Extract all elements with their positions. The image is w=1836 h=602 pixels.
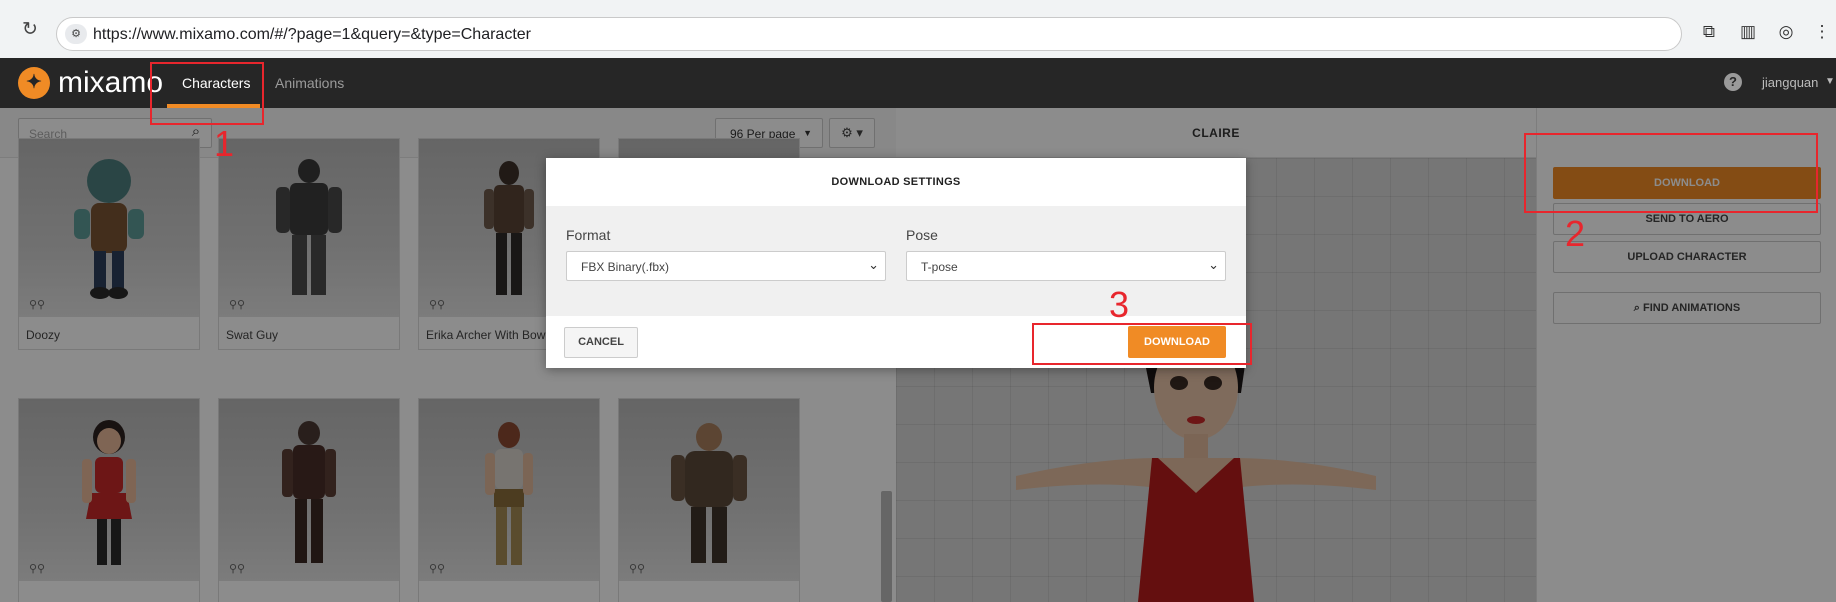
annotation-box-3 xyxy=(1032,323,1252,365)
browser-menu-icon[interactable]: ⋮ xyxy=(1812,22,1832,42)
chevron-down-icon: ⌄ xyxy=(868,257,879,272)
profile-icon[interactable]: ◎ xyxy=(1776,22,1796,42)
address-bar[interactable]: ⚙ https://www.mixamo.com/#/?page=1&query… xyxy=(56,17,1682,51)
logo-text[interactable]: mixamo xyxy=(58,66,163,100)
pose-label: Pose xyxy=(906,227,938,243)
extensions-icon[interactable]: ⧉ xyxy=(1699,22,1719,42)
site-settings-icon[interactable]: ⚙ xyxy=(65,24,87,44)
annotation-number-1: 1 xyxy=(214,123,235,164)
pose-value: T-pose xyxy=(921,260,958,274)
dialog-title: DOWNLOAD SETTINGS xyxy=(831,176,961,188)
pose-select[interactable]: T-pose ⌄ xyxy=(906,251,1226,281)
help-icon[interactable]: ? xyxy=(1724,73,1742,91)
mixamo-page: ↻ ⚙ https://www.mixamo.com/#/?page=1&que… xyxy=(0,0,1836,602)
chevron-down-icon[interactable]: ▼ xyxy=(1825,76,1835,87)
url-text[interactable]: https://www.mixamo.com/#/?page=1&query=&… xyxy=(93,26,531,44)
browser-toolbar: ↻ ⚙ https://www.mixamo.com/#/?page=1&que… xyxy=(0,0,1836,58)
format-value: FBX Binary(.fbx) xyxy=(581,260,670,274)
annotation-box-2 xyxy=(1524,133,1818,213)
annotation-box-1 xyxy=(150,62,264,125)
mixamo-logo-icon[interactable]: ✦ xyxy=(18,67,50,99)
user-menu[interactable]: jiangquan xyxy=(1762,75,1818,90)
app-header: ✦ mixamo Characters Animations ? jiangqu… xyxy=(0,58,1836,108)
format-label: Format xyxy=(566,227,611,243)
annotation-number-3: 3 xyxy=(1109,284,1130,325)
side-panel-icon[interactable]: ▥ xyxy=(1738,22,1758,42)
reload-icon[interactable]: ↻ xyxy=(20,20,40,40)
dialog-body: Format FBX Binary(.fbx) ⌄ Pose T-pose ⌄ xyxy=(546,206,1246,316)
cancel-button[interactable]: CANCEL xyxy=(564,327,638,358)
tab-animations[interactable]: Animations xyxy=(275,75,344,91)
format-select[interactable]: FBX Binary(.fbx) ⌄ xyxy=(566,251,886,281)
chevron-down-icon: ⌄ xyxy=(1208,257,1219,272)
annotation-number-2: 2 xyxy=(1565,213,1586,254)
